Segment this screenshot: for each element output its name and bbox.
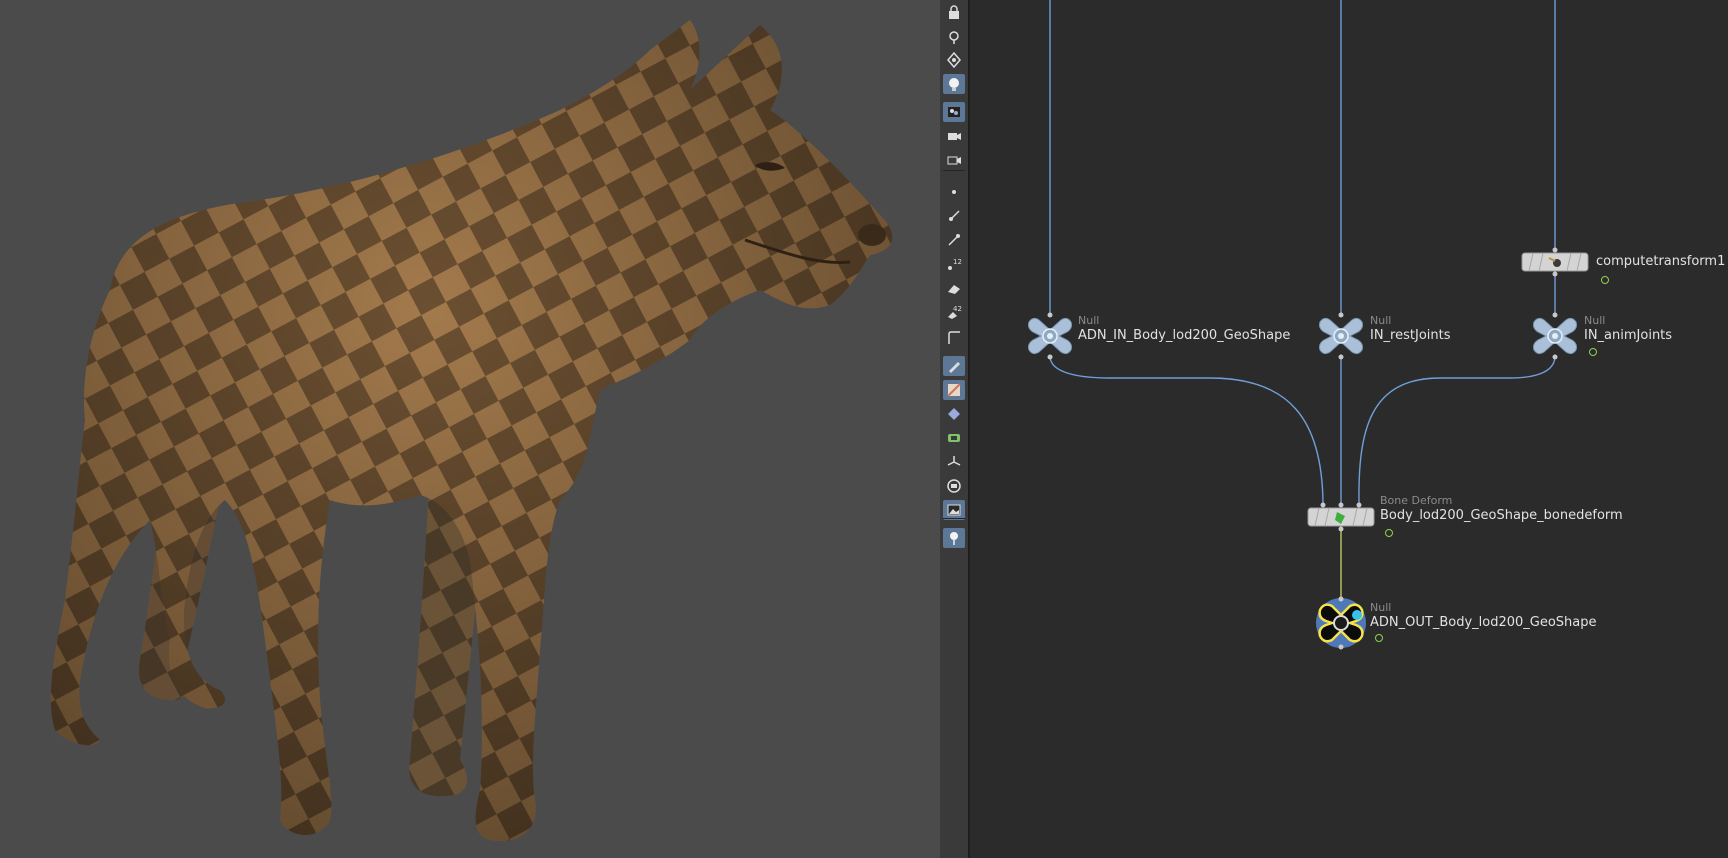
toolbar-vector-display-button[interactable] (943, 230, 965, 250)
toolbar-normal-display-button[interactable] (943, 206, 965, 226)
null-node-icon[interactable] (1025, 312, 1075, 360)
null-node-icon[interactable] (1530, 312, 1580, 360)
network-editor[interactable]: computetransform1 Null ADN_IN_Body_lod200_… (970, 0, 1728, 858)
toolbar-number-display-button[interactable]: 12 (943, 254, 965, 274)
background-image-icon (947, 504, 961, 516)
toolbar-pin-button[interactable] (943, 50, 965, 70)
viewport-pin-icon (950, 532, 958, 545)
node-name-label[interactable]: Body_lod200_GeoShape_bonedeform (1380, 508, 1623, 523)
node-flag-indicator[interactable] (1589, 348, 1597, 356)
toolbar-primitive-button[interactable] (943, 278, 965, 298)
toolbar-background-image-button[interactable] (943, 500, 965, 520)
camera-view-icon (947, 156, 961, 165)
lock-icon (949, 5, 959, 19)
node-type-label: Null (1370, 314, 1392, 327)
node-flag-indicator[interactable] (1385, 529, 1393, 537)
toolbar-lock-button[interactable] (943, 2, 965, 22)
viewport-toolbar: 12 42 (940, 0, 969, 858)
node-flag-indicator[interactable] (1375, 634, 1383, 642)
toolbar-viewport-pin-button[interactable] (943, 528, 965, 548)
toolbar-snap-button[interactable] (943, 26, 965, 46)
toolbar-point-display-button[interactable] (943, 182, 965, 202)
svg-text:12: 12 (953, 258, 962, 266)
node-name-label[interactable]: IN_animJoints (1584, 328, 1672, 343)
scene-viewport[interactable] (0, 0, 940, 858)
nose (858, 224, 886, 246)
wire (1358, 355, 1556, 504)
light-icon (949, 78, 959, 91)
toolbar-template-button[interactable] (943, 428, 965, 448)
node-name-label[interactable]: ADN_IN_Body_lod200_GeoShape (1078, 328, 1290, 343)
toolbar-grid-button[interactable] (943, 476, 965, 496)
brush-icon (949, 362, 960, 373)
template-icon (948, 434, 960, 442)
compute-transform-node-icon[interactable] (1521, 247, 1589, 277)
output-null-node-icon[interactable] (1314, 596, 1368, 650)
toolbar-display-options-button[interactable] (943, 102, 965, 122)
grid-icon (947, 479, 961, 493)
point-display-icon (952, 190, 956, 194)
toolbar-shaded-button[interactable] (943, 404, 965, 424)
toolbar-brush-button[interactable] (943, 356, 965, 376)
node-type-label: Null (1078, 314, 1100, 327)
body-mesh (50, 20, 893, 841)
svg-text:42: 42 (953, 305, 962, 313)
null-node-icon[interactable] (1316, 312, 1366, 360)
primitive-number-icon: 42 (948, 305, 962, 319)
toolbar-pivot-button[interactable] (943, 452, 965, 472)
wolf-model (50, 20, 893, 841)
toolbar-camera-view-button[interactable] (943, 150, 965, 170)
node-flag-indicator[interactable] (1601, 276, 1609, 284)
bone-deform-node-icon[interactable] (1307, 502, 1375, 532)
toolbar-separator (943, 170, 965, 171)
primitive-icon (948, 285, 960, 294)
pivot-icon (947, 456, 961, 466)
toolbar-edge-button[interactable] (943, 328, 965, 348)
node-type-label: Null (1370, 601, 1392, 614)
network-wires (1049, 0, 1556, 603)
toolbar-primitive-number-button[interactable]: 42 (943, 302, 965, 322)
camera-icon (948, 133, 961, 140)
pin-icon (947, 52, 961, 68)
edge-icon (948, 331, 960, 344)
node-name-label[interactable]: computetransform1 (1596, 254, 1725, 269)
node-type-label: Bone Deform (1380, 494, 1453, 507)
node-name-label[interactable]: ADN_OUT_Body_lod200_GeoShape (1370, 615, 1597, 630)
node-name-label[interactable]: IN_restJoints (1370, 328, 1451, 343)
normal-display-icon (949, 210, 960, 221)
shaded-icon (948, 408, 960, 420)
snap-icon (949, 31, 959, 44)
number-display-icon: 12 (948, 258, 962, 270)
toolbar-camera-button[interactable] (943, 126, 965, 146)
display-options-icon (948, 107, 960, 117)
toolbar-separator (943, 518, 965, 519)
vector-display-icon (948, 234, 960, 246)
wire (1049, 355, 1324, 504)
toolbar-texture-button[interactable] (943, 380, 965, 400)
toolbar-light-button[interactable] (943, 74, 965, 94)
texture-icon (947, 383, 961, 397)
node-type-label: Null (1584, 314, 1606, 327)
